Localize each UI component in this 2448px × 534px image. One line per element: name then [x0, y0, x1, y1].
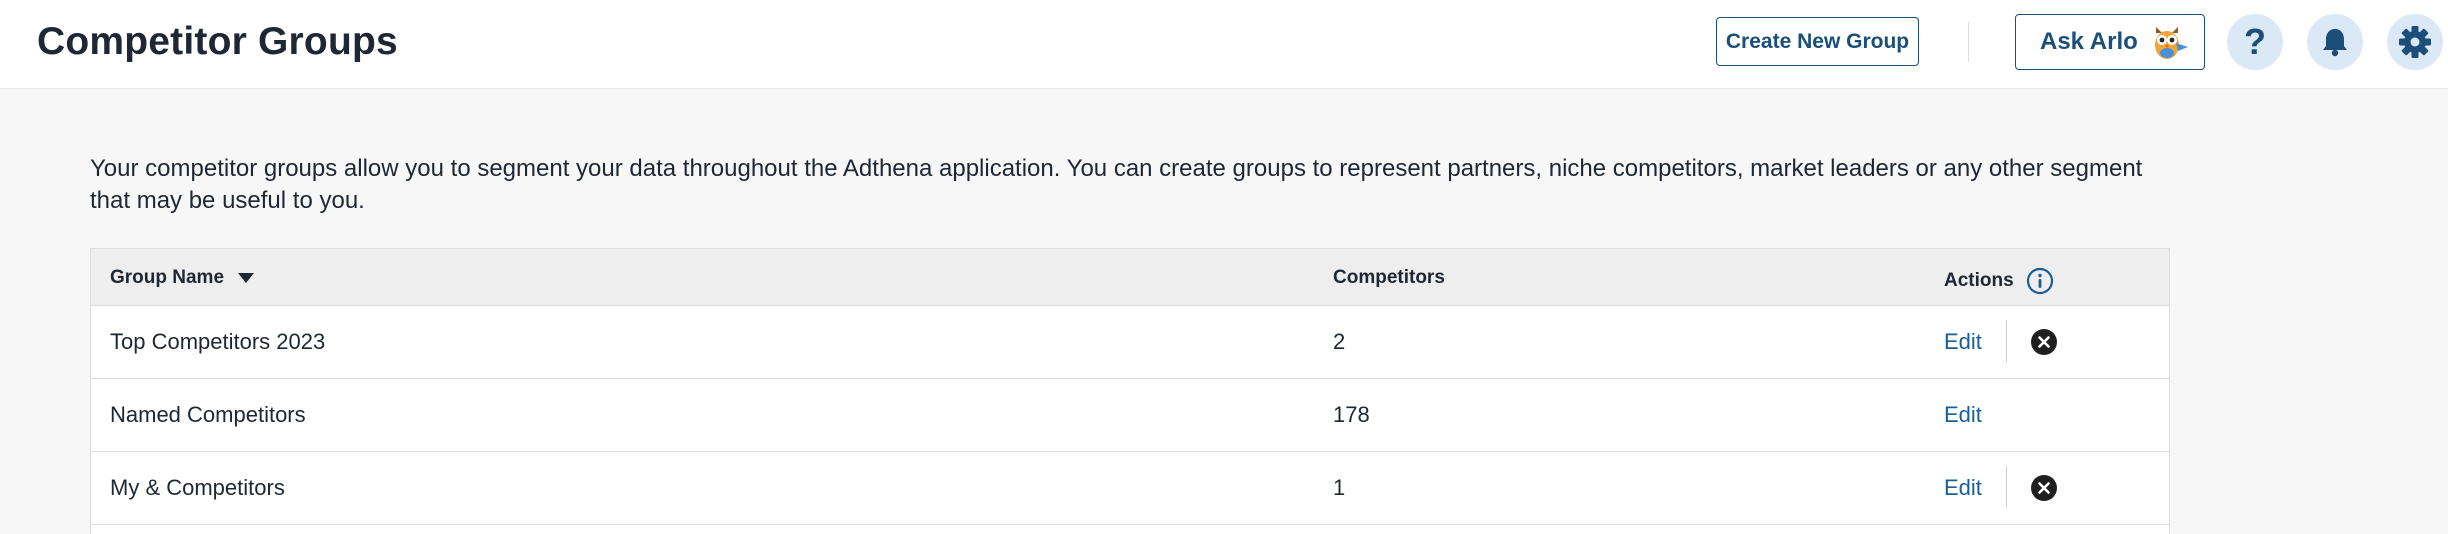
action-divider [2006, 320, 2007, 362]
table-row: My & Competitors 1 Edit [91, 452, 2169, 525]
gear-icon [2399, 26, 2431, 58]
table-row: Top Competitors 2023 2 Edit [91, 306, 2169, 379]
table-header: Group Name Competitors Actions [91, 249, 2169, 306]
help-icon: ? [2244, 21, 2266, 62]
group-name-header-label: Group Name [110, 267, 225, 288]
delete-icon[interactable] [2030, 474, 2058, 502]
group-name-cell: Named Competitors [110, 402, 306, 427]
help-button[interactable]: ? [2227, 14, 2283, 70]
groups-description: Your competitor groups allow you to segm… [90, 155, 2143, 214]
competitors-count-cell: 2 [1333, 329, 1346, 354]
edit-link[interactable]: Edit [1944, 379, 1982, 451]
edit-link[interactable]: Edit [1944, 306, 1982, 378]
group-name-cell: My & Competitors [110, 475, 285, 500]
edit-link[interactable]: Edit [1944, 452, 1982, 524]
bell-icon [2323, 29, 2347, 57]
column-header-competitors: Competitors [1333, 267, 1445, 288]
sort-down-icon [238, 273, 255, 283]
competitors-count-cell: 1 [1333, 475, 1346, 500]
owl-mascot-icon [2155, 27, 2188, 59]
column-header-actions: Actions [1944, 267, 2054, 295]
action-divider [2006, 466, 2007, 508]
delete-icon[interactable] [2030, 328, 2058, 356]
actions-header-label: Actions [1944, 270, 2014, 291]
competitors-count-cell: 178 [1333, 402, 1370, 427]
settings-button[interactable] [2387, 14, 2443, 70]
table-row: Named Competitors 178 Edit [91, 379, 2169, 452]
create-new-group-button[interactable]: Create New Group [1716, 17, 1919, 66]
ask-arlo-button[interactable]: Ask Arlo [2015, 14, 2205, 70]
top-header: Competitor Groups Create New Group Ask A… [0, 0, 2448, 89]
header-divider [1968, 22, 1969, 62]
page-title: Competitor Groups [37, 20, 398, 63]
group-name-cell: Top Competitors 2023 [110, 329, 326, 354]
column-header-group-name[interactable]: Group Name [110, 267, 255, 289]
ask-arlo-label: Ask Arlo [2040, 28, 2138, 55]
info-icon[interactable] [2026, 267, 2054, 295]
competitor-groups-table: Group Name Competitors Actions Top Compe… [90, 248, 2170, 534]
notifications-button[interactable] [2307, 14, 2363, 70]
